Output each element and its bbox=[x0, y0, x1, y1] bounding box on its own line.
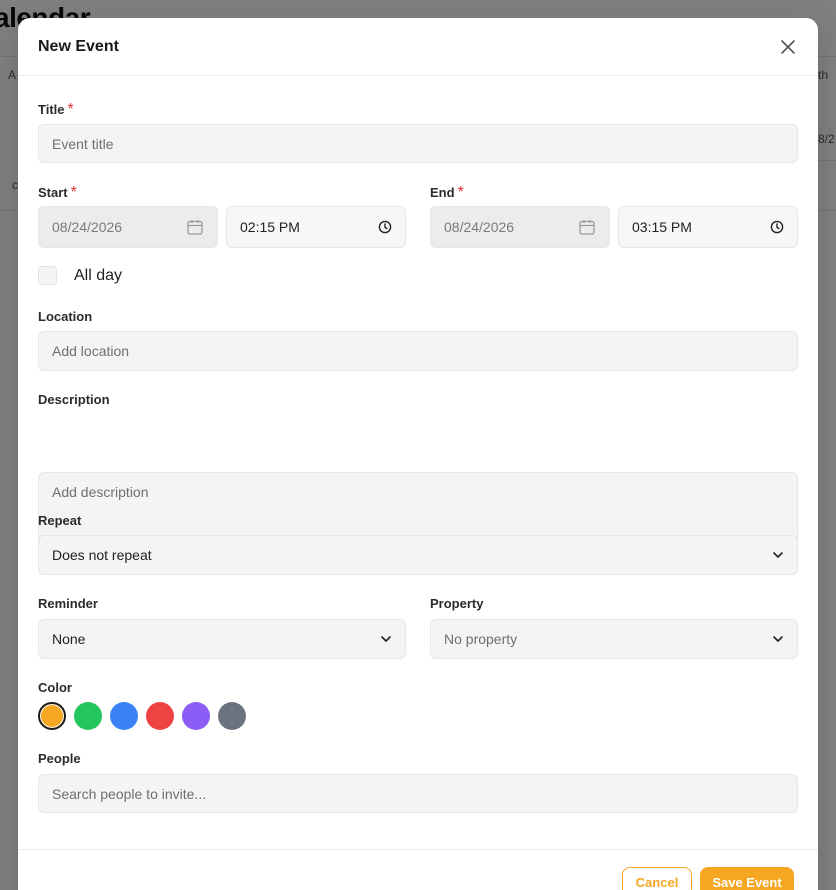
required-mark: * bbox=[457, 184, 464, 201]
people-search-placeholder: Search people to invite... bbox=[52, 785, 207, 802]
reminder-selected-value: None bbox=[52, 631, 86, 647]
people-search-input[interactable]: Search people to invite... bbox=[38, 774, 798, 813]
end-time-input[interactable]: 03:15 PM bbox=[618, 206, 798, 248]
location-input[interactable]: Add location bbox=[38, 331, 798, 371]
color-swatch-group bbox=[38, 702, 278, 730]
title-input[interactable]: Event title bbox=[38, 124, 798, 163]
location-input-placeholder: Add location bbox=[52, 343, 130, 359]
end-time-value: 03:15 PM bbox=[632, 219, 692, 235]
end-date-value: 08/24/2026 bbox=[444, 219, 515, 235]
dialog-footer: Cancel Save Event bbox=[18, 849, 818, 890]
dialog-title: New Event bbox=[38, 37, 119, 55]
repeat-select[interactable]: Does not repeat bbox=[38, 535, 798, 575]
required-mark: * bbox=[67, 101, 74, 118]
chevron-down-icon bbox=[772, 633, 784, 645]
new-event-dialog: New Event Title * Event title Start * End *… bbox=[18, 18, 818, 890]
dialog-header: New Event bbox=[18, 18, 818, 76]
end-date-input[interactable]: 08/24/2026 bbox=[430, 206, 610, 248]
property-selected-value: No property bbox=[444, 631, 518, 647]
property-select[interactable]: No property bbox=[430, 619, 798, 659]
color-swatch[interactable] bbox=[146, 702, 174, 730]
start-label: Start * bbox=[38, 184, 77, 201]
close-button[interactable] bbox=[776, 35, 800, 59]
start-date-input[interactable]: 08/24/2026 bbox=[38, 206, 218, 248]
end-label: End * bbox=[430, 184, 464, 201]
start-time-input[interactable]: 02:15 PM bbox=[226, 206, 406, 248]
clock-icon bbox=[378, 220, 392, 234]
all-day-label: All day bbox=[74, 267, 123, 284]
save-event-button[interactable]: Save Event bbox=[700, 867, 794, 890]
reminder-select[interactable]: None bbox=[38, 619, 406, 659]
chevron-down-icon bbox=[380, 633, 392, 645]
color-swatch[interactable] bbox=[74, 702, 102, 730]
color-swatch[interactable] bbox=[110, 702, 138, 730]
start-time-value: 02:15 PM bbox=[240, 219, 300, 235]
color-swatch[interactable] bbox=[218, 702, 246, 730]
property-label: Property bbox=[430, 596, 484, 611]
color-swatch[interactable] bbox=[182, 702, 210, 730]
calendar-icon bbox=[186, 218, 204, 236]
repeat-label: Repeat bbox=[38, 513, 82, 528]
all-day-checkbox[interactable] bbox=[38, 266, 57, 285]
start-date-value: 08/24/2026 bbox=[52, 219, 123, 235]
repeat-selected-value: Does not repeat bbox=[52, 547, 152, 563]
description-placeholder: Add description bbox=[52, 484, 149, 500]
color-label: Color bbox=[38, 680, 72, 695]
title-input-placeholder: Event title bbox=[52, 135, 114, 152]
chevron-down-icon bbox=[772, 549, 784, 561]
description-label: Description bbox=[38, 392, 110, 407]
close-icon bbox=[781, 39, 795, 54]
cancel-button[interactable]: Cancel bbox=[622, 867, 692, 890]
required-mark: * bbox=[70, 184, 77, 201]
people-label: People bbox=[38, 751, 81, 766]
title-field-label: Title * bbox=[38, 101, 74, 118]
location-label: Location bbox=[38, 309, 93, 324]
calendar-icon bbox=[578, 218, 596, 236]
reminder-label: Reminder bbox=[38, 596, 98, 611]
clock-icon bbox=[770, 220, 784, 234]
color-swatch[interactable] bbox=[38, 702, 66, 730]
